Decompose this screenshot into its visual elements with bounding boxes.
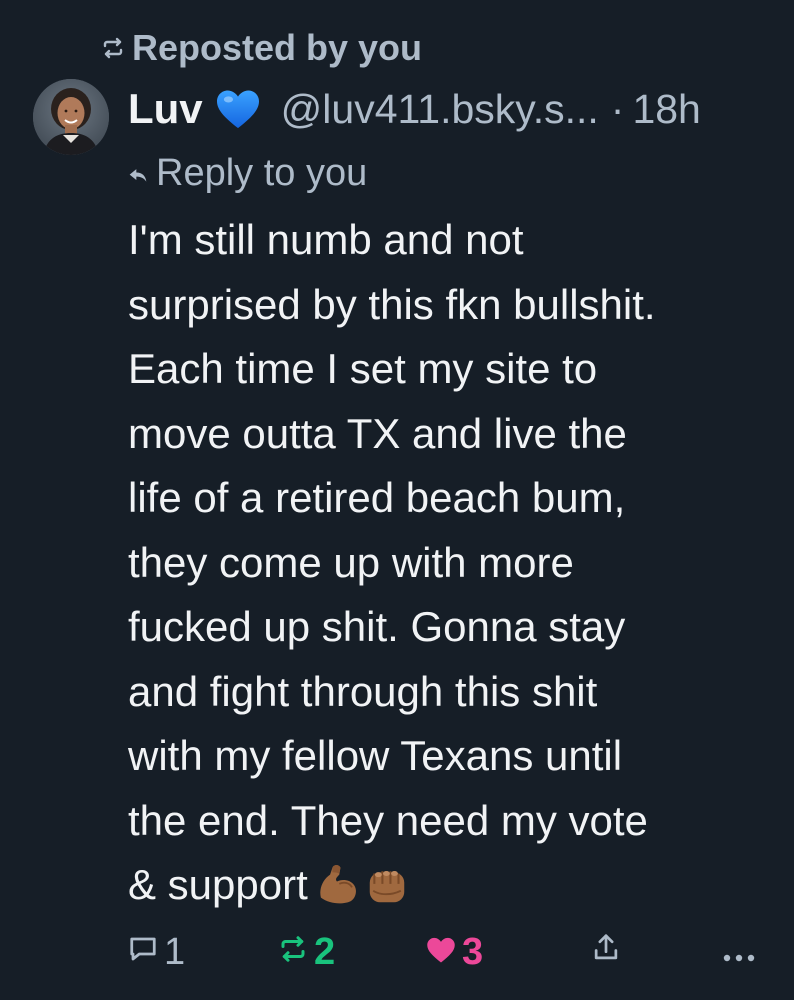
post-text-line: with my fellow Texans until (128, 732, 623, 779)
repost-icon (100, 36, 126, 60)
post-text-line: surprised by this fkn bullshit. (128, 280, 656, 328)
repost-icon (278, 930, 308, 974)
post-text-line: move outta TX and live the (128, 409, 627, 457)
author-name[interactable]: Luv (128, 84, 203, 134)
more-options-button[interactable] (722, 930, 756, 974)
comment-icon (128, 930, 158, 974)
flexed-biceps-icon (314, 861, 360, 926)
like-button[interactable]: 3 (426, 930, 483, 974)
repost-indicator: Reposted by you (100, 28, 422, 68)
repost-count: 2 (314, 931, 336, 973)
post-text-line: and fight through this shit (128, 667, 598, 715)
post-text-last-line: & support (128, 853, 768, 918)
share-icon (591, 930, 621, 974)
avatar[interactable] (33, 79, 109, 155)
post-text-line: & support (128, 861, 308, 908)
post-text-line: fucked up shit. Gonna stay (128, 603, 626, 650)
blue-heart-icon (215, 88, 261, 130)
post-timestamp[interactable]: 18h (632, 84, 700, 134)
separator-dot: · (610, 86, 625, 132)
reply-arrow-icon (128, 150, 148, 196)
post-text-line: Each time I set my site to (128, 345, 598, 392)
post-actions: 1 2 3 (128, 930, 768, 974)
like-count: 3 (462, 931, 484, 973)
reply-to-indicator: Reply to you (128, 150, 367, 196)
post-text-line: life of a retired beach bum, (128, 474, 626, 521)
heart-icon (426, 930, 456, 974)
ellipsis-icon (722, 930, 756, 974)
share-button[interactable] (591, 930, 621, 974)
repost-label: Reposted by you (132, 27, 423, 68)
post-text: I'm still numb and not surprised by this… (128, 208, 768, 918)
oncoming-fist-icon (364, 861, 410, 926)
reply-to-label[interactable]: Reply to you (156, 150, 367, 196)
post-text-line: I'm still numb and not (128, 216, 524, 263)
post-author-row: Luv @luv411.bsky.s... · 18h (128, 84, 778, 134)
author-handle[interactable]: @luv411.bsky.s... (281, 84, 599, 134)
reply-button[interactable]: 1 (128, 930, 185, 974)
post-emojis (314, 861, 410, 926)
reply-count: 1 (164, 931, 186, 973)
post-text-line: the end. They need my vote (128, 796, 648, 844)
post-text-line: they come up with more (128, 538, 574, 586)
repost-button[interactable]: 2 (278, 930, 335, 974)
